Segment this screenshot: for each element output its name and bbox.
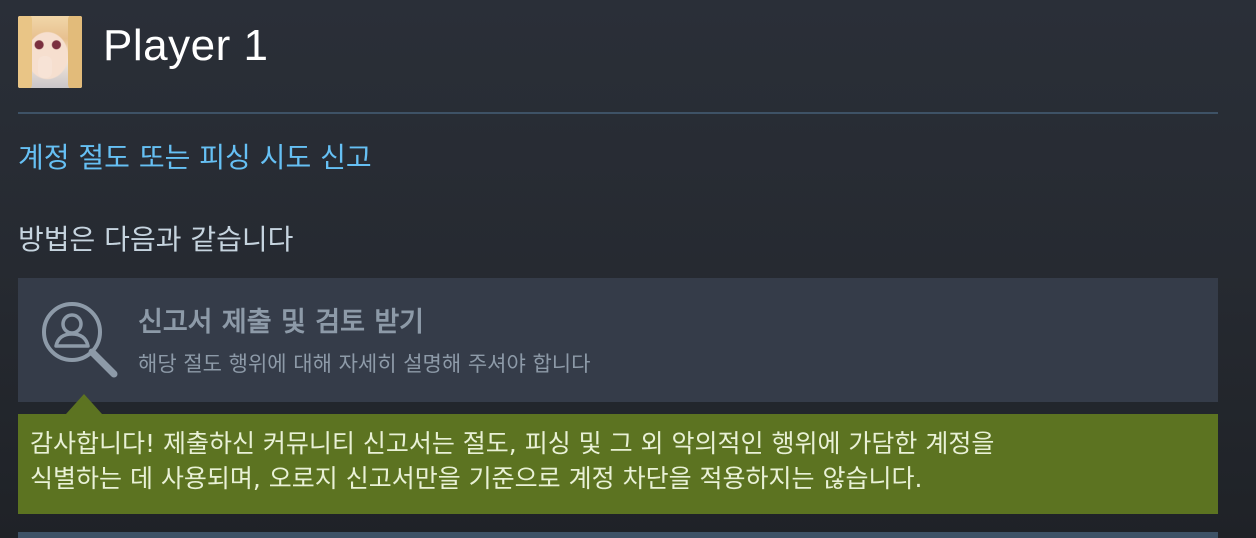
confirmation-line-1: 감사합니다! 제출하신 커뮤니티 신고서는 절도, 피싱 및 그 외 악의적인 … xyxy=(30,429,995,458)
step-title: 신고서 제출 및 검토 받기 xyxy=(138,307,424,338)
magnifier-user-icon xyxy=(42,302,118,378)
confirmation-text: 감사합니다! 제출하신 커뮤니티 신고서는 절도, 피싱 및 그 외 악의적인 … xyxy=(30,426,1206,496)
confirmation-line-2: 식별하는 데 사용되며, 오로지 신고서만을 기준으로 계정 차단을 적용하지는… xyxy=(30,464,923,493)
step-submit-report: 신고서 제출 및 검토 받기 해당 절도 행위에 대해 자세히 설명해 주셔야 … xyxy=(18,278,1218,402)
step-description: 해당 절도 행위에 대해 자세히 설명해 주셔야 합니다 xyxy=(138,352,591,376)
header-divider xyxy=(18,112,1218,114)
avatar-hair-right xyxy=(68,16,82,88)
avatar-hand xyxy=(38,56,52,78)
confirmation-pointer xyxy=(66,394,102,414)
profile-header: Player 1 xyxy=(18,16,268,88)
avatar-hair-left xyxy=(18,16,32,88)
next-section-edge xyxy=(18,532,1218,538)
confirmation-message: 감사합니다! 제출하신 커뮤니티 신고서는 절도, 피싱 및 그 외 악의적인 … xyxy=(18,414,1218,514)
player-name[interactable]: Player 1 xyxy=(103,21,268,71)
avatar[interactable] xyxy=(18,16,82,88)
steps-heading: 방법은 다음과 같습니다 xyxy=(18,223,294,256)
report-theft-phishing-link[interactable]: 계정 절도 또는 피싱 시도 신고 xyxy=(18,136,372,176)
